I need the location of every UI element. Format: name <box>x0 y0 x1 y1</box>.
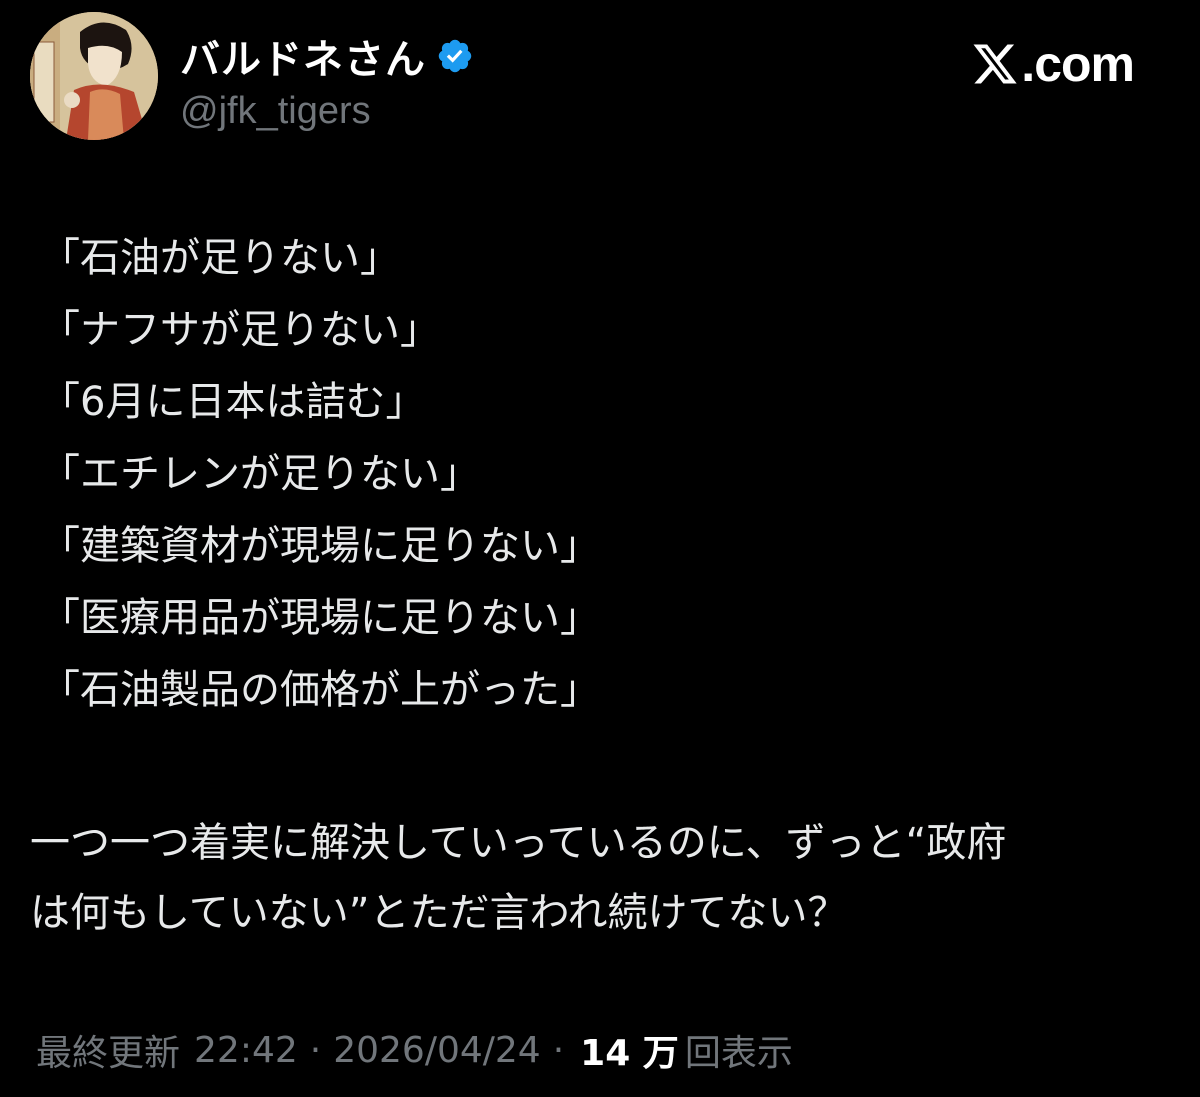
views-label: 回表示 <box>684 1033 793 1074</box>
author-name-row: バルドネさん <box>180 28 474 84</box>
x-logo-icon <box>971 40 1019 88</box>
post-body-line: は何もしていない”とただ言われ続けてない？ <box>30 890 848 936</box>
brand-domain: .com <box>1021 36 1135 92</box>
quote-line: 「石油製品の価格が上がった」 <box>40 667 600 713</box>
quote-line: 「石油が足りない」 <box>40 235 400 281</box>
post-body: 一つ一つ着実に解決していっているのに、ずっと“政府 は何もしていない”とただ言わ… <box>30 808 1180 948</box>
quote-line: 「6月に日本は詰む」 <box>40 379 426 425</box>
avatar-image <box>30 12 158 140</box>
quote-list: 「石油が足りない」 「ナフサが足りない」 「6月に日本は詰む」 「エチレンが足り… <box>40 222 1160 726</box>
quote-line: 「エチレンが足りない」 <box>40 451 480 497</box>
meta-separator: · <box>552 1029 565 1071</box>
quote-line: 「ナフサが足りない」 <box>40 307 440 353</box>
quote-line: 「医療用品が現場に足りない」 <box>40 595 600 641</box>
updated-label: 最終更新 <box>36 1033 181 1074</box>
post-time[interactable]: 22:42 <box>194 1030 298 1071</box>
post-meta: 最終更新 22:42 · 2026/04/24 · 14 万 回表示 <box>36 1020 793 1080</box>
quote-line: 「建築資材が現場に足りない」 <box>40 523 600 569</box>
brand-watermark: .com <box>971 34 1135 94</box>
meta-separator: · <box>309 1029 322 1071</box>
post-body-line: 一つ一つ着実に解決していっているのに、ずっと“政府 <box>30 820 1007 866</box>
author-handle[interactable]: @jfk_tigers <box>180 90 371 133</box>
avatar[interactable] <box>30 12 158 140</box>
author-display-name[interactable]: バルドネさん <box>180 27 426 85</box>
tweet-header: バルドネさん @jfk_tigers .com <box>30 12 1170 152</box>
views-count: 14 万 <box>580 1033 679 1074</box>
verified-badge-icon <box>436 37 474 75</box>
post-date[interactable]: 2026/04/24 <box>333 1030 541 1071</box>
